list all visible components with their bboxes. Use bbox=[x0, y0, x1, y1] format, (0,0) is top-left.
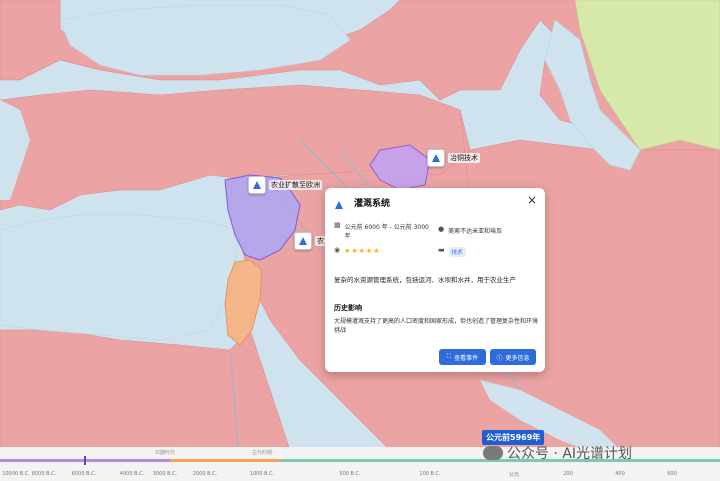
timeline-tick: 公元 bbox=[508, 472, 520, 478]
close-icon[interactable]: × bbox=[527, 194, 537, 206]
popup-description: 复杂的水资源管理系统，包括运河、水坝和水井，用于农业生产 bbox=[334, 276, 516, 284]
calendar-icon: ▦ bbox=[334, 221, 341, 229]
location-pin-icon: ● bbox=[438, 225, 445, 233]
rating-icon: ◉ bbox=[334, 246, 341, 254]
watermark-text: 公众号 · AI光谱计划 bbox=[507, 446, 633, 462]
era-label-ancient: 古代时期 bbox=[252, 450, 273, 456]
timeline-track-orange bbox=[170, 459, 280, 462]
timeline-tick: 6000 B.C. bbox=[71, 471, 97, 477]
timeline-tick: 2000 B.C. bbox=[192, 471, 218, 477]
more-info-button[interactable]: ⓘ 更多信息 bbox=[490, 349, 536, 365]
popup-header: 灌溉系统 bbox=[334, 195, 390, 209]
timeline-tick: 4000 B.C. bbox=[119, 471, 145, 477]
more-info-label: 更多信息 bbox=[505, 354, 530, 362]
view-events-label: 查看事件 bbox=[454, 354, 479, 362]
watermark: 公众号 · AI光谱计划 bbox=[483, 443, 632, 463]
irrigation-icon bbox=[294, 232, 312, 250]
timeline-tick: 3000 B.C. bbox=[152, 471, 178, 477]
timeline-tick: 1000 B.C. bbox=[249, 471, 275, 477]
wechat-logo-icon bbox=[483, 446, 503, 460]
info-popup: 灌溉系统 × ▦ 公元前 6000 年 - 公元前 3000 年 ● 美索不达米… bbox=[325, 188, 545, 372]
popup-title: 灌溉系统 bbox=[354, 198, 391, 209]
popup-time: ▦ 公元前 6000 年 - 公元前 3000 年 bbox=[334, 221, 434, 241]
timeline-tick: 8000 B.C. bbox=[31, 471, 57, 477]
era-label-stone-age: 石器时代 bbox=[155, 450, 176, 456]
timeline-tick: 100 B.C. bbox=[419, 471, 441, 477]
timeline-tick: 10000 B.C. bbox=[2, 471, 30, 477]
timeline-tick: 200 bbox=[563, 471, 573, 477]
popup-rating: ◉ ★★★★★ bbox=[334, 246, 381, 256]
map-marker-copper-smelting[interactable]: 冶铜技术 bbox=[427, 149, 480, 167]
map-marker-agriculture-spread[interactable]: 农业扩散至欧洲 bbox=[248, 176, 322, 194]
tag-icon: ▬ bbox=[438, 246, 445, 254]
events-icon: ⛶ bbox=[446, 353, 452, 360]
popup-location: ● 美索不达米亚和埃及 bbox=[438, 225, 538, 236]
timeline-tick: 400 bbox=[615, 471, 625, 477]
rating-stars: ★★★★★ bbox=[344, 247, 381, 255]
popup-location-text: 美索不达米亚和埃及 bbox=[448, 228, 503, 235]
history-title: 历史影响 bbox=[334, 304, 362, 312]
popup-time-text: 公元前 6000 年 - 公元前 3000 年 bbox=[344, 224, 429, 240]
marker-label: 冶铜技术 bbox=[448, 153, 480, 163]
history-text: 大规模灌溉支持了更高的人口密度和国家形成，但也创造了管理复杂性和环境挑战 bbox=[334, 318, 539, 334]
irrigation-icon bbox=[427, 149, 445, 167]
timeline-slider-handle[interactable] bbox=[84, 456, 86, 465]
marker-label: 农业扩散至欧洲 bbox=[269, 180, 322, 190]
view-events-button[interactable]: ⛶ 查看事件 bbox=[439, 349, 486, 365]
category-badge: 技术 bbox=[448, 247, 466, 257]
timeline-tick: 500 B.C. bbox=[339, 471, 361, 477]
popup-category: ▬ 技术 bbox=[438, 247, 466, 257]
irrigation-icon bbox=[248, 176, 266, 194]
irrigation-icon bbox=[334, 195, 348, 209]
info-icon: ⓘ bbox=[496, 354, 503, 362]
timeline-tick: 600 bbox=[667, 471, 677, 477]
